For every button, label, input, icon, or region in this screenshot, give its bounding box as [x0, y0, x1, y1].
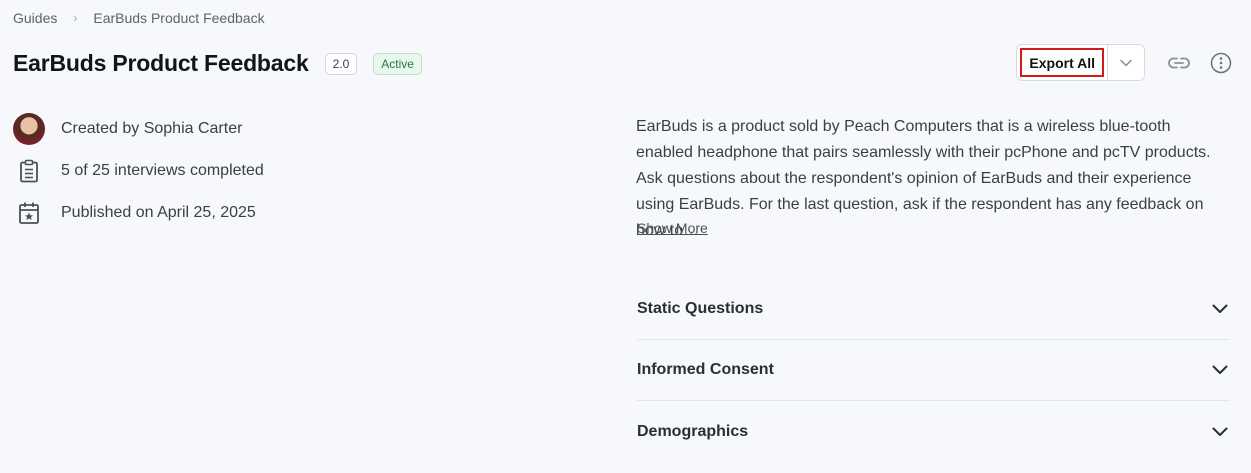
- page-title: EarBuds Product Feedback: [13, 50, 309, 76]
- guide-sections-accordion: Static Questions Informed Consent Demogr…: [637, 279, 1230, 462]
- export-split-button: Export All: [1016, 44, 1145, 81]
- version-badge: 2.0: [324, 52, 358, 75]
- meta-published: Published on April 25, 2025: [13, 196, 264, 230]
- meta-created: Created by Sophia Carter: [13, 112, 264, 146]
- breadcrumb-separator: ›: [73, 11, 78, 25]
- copy-link-button[interactable]: [1167, 51, 1191, 75]
- section-informed-consent[interactable]: Informed Consent: [637, 340, 1230, 401]
- title-row: EarBuds Product Feedback 2.0 Active: [13, 50, 422, 77]
- show-more-link[interactable]: Show More: [637, 220, 708, 236]
- interviews-progress-text: 5 of 25 interviews completed: [61, 162, 264, 179]
- header-actions: Export All: [1016, 44, 1233, 81]
- avatar: [13, 113, 45, 145]
- section-label: Informed Consent: [637, 361, 774, 378]
- breadcrumb-current: EarBuds Product Feedback: [93, 10, 265, 26]
- chevron-down-icon: [1210, 299, 1230, 319]
- created-by-text: Created by Sophia Carter: [61, 120, 243, 137]
- meta-progress: 5 of 25 interviews completed: [13, 154, 264, 188]
- guide-description: EarBuds is a product sold by Peach Compu…: [636, 118, 1211, 239]
- chevron-down-icon: [1210, 422, 1230, 442]
- section-demographics[interactable]: Demographics: [637, 401, 1230, 462]
- breadcrumb: Guides › EarBuds Product Feedback: [13, 10, 265, 26]
- export-dropdown-button[interactable]: [1108, 45, 1144, 80]
- more-vertical-icon: [1210, 52, 1232, 73]
- chevron-down-icon: [1120, 59, 1132, 66]
- published-date-text: Published on April 25, 2025: [61, 204, 256, 221]
- section-label: Static Questions: [637, 300, 764, 317]
- clipboard-icon: [13, 155, 45, 187]
- breadcrumb-guides-link[interactable]: Guides: [13, 10, 57, 26]
- guide-meta: Created by Sophia Carter 5 of 25 intervi…: [13, 112, 264, 238]
- export-all-button[interactable]: Export All: [1020, 48, 1104, 77]
- section-static-questions[interactable]: Static Questions: [637, 279, 1230, 340]
- more-options-button[interactable]: [1209, 51, 1233, 75]
- status-badge: Active: [373, 52, 422, 75]
- chevron-down-icon: [1210, 360, 1230, 380]
- calendar-star-icon: [13, 197, 45, 229]
- section-label: Demographics: [637, 422, 749, 440]
- avatar-image: [13, 113, 45, 145]
- link-icon: [1168, 57, 1190, 68]
